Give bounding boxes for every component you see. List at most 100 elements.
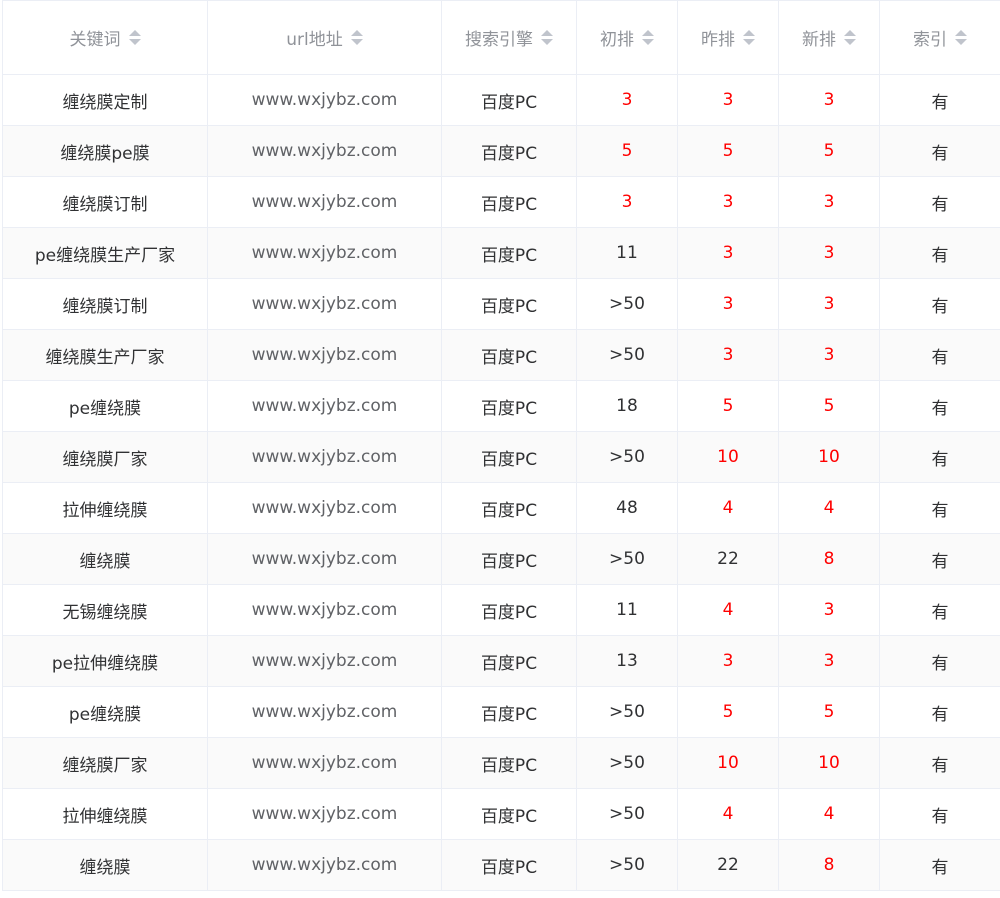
url-cell: www.wxjybz.com bbox=[207, 839, 442, 891]
sort-descending-icon[interactable] bbox=[128, 39, 141, 45]
initial-rank-cell: 11 bbox=[576, 584, 678, 636]
table-row[interactable]: 拉伸缠绕膜 www.wxjybz.com 百度PC >50 4 4 有 bbox=[2, 788, 1000, 840]
index-cell: 有 bbox=[879, 74, 1000, 126]
sort-ascending-icon[interactable] bbox=[743, 30, 755, 36]
table-row[interactable]: 缠绕膜pe膜 www.wxjybz.com 百度PC 5 5 5 有 bbox=[2, 125, 1000, 177]
column-header-content: 搜索引擎 bbox=[465, 25, 553, 50]
keyword-cell: 缠绕膜pe膜 bbox=[2, 125, 208, 177]
engine-cell: 百度PC bbox=[441, 737, 577, 789]
keyword-cell: 缠绕膜 bbox=[2, 533, 208, 585]
current-rank-cell: 3 bbox=[778, 176, 880, 228]
keyword-cell: 拉伸缠绕膜 bbox=[2, 788, 208, 840]
sort-ascending-icon[interactable] bbox=[128, 30, 141, 36]
sort-caret-icon[interactable] bbox=[955, 30, 967, 45]
engine-cell: 百度PC bbox=[441, 227, 577, 279]
table-row[interactable]: 缠绕膜定制 www.wxjybz.com 百度PC 3 3 3 有 bbox=[2, 74, 1000, 126]
table-row[interactable]: 缠绕膜厂家 www.wxjybz.com 百度PC >50 10 10 有 bbox=[2, 737, 1000, 789]
keyword-cell: 缠绕膜生产厂家 bbox=[2, 329, 208, 381]
index-cell: 有 bbox=[879, 839, 1000, 891]
sort-caret-icon[interactable] bbox=[541, 30, 553, 45]
url-cell: www.wxjybz.com bbox=[207, 125, 442, 177]
sort-ascending-icon[interactable] bbox=[955, 30, 967, 36]
index-cell: 有 bbox=[879, 533, 1000, 585]
current-rank-cell: 4 bbox=[778, 788, 880, 840]
initial-rank-cell: >50 bbox=[576, 533, 678, 585]
column-header-keyword[interactable]: 关键词 bbox=[2, 0, 208, 75]
column-header-content: 昨排 bbox=[701, 25, 755, 50]
keyword-cell: 缠绕膜订制 bbox=[2, 176, 208, 228]
yesterday-rank-cell: 3 bbox=[677, 635, 779, 687]
url-cell: www.wxjybz.com bbox=[207, 584, 442, 636]
table-row[interactable]: 缠绕膜生产厂家 www.wxjybz.com 百度PC >50 3 3 有 bbox=[2, 329, 1000, 381]
table-row[interactable]: 缠绕膜 www.wxjybz.com 百度PC >50 22 8 有 bbox=[2, 839, 1000, 891]
current-rank-cell: 3 bbox=[778, 329, 880, 381]
table-row[interactable]: 无锡缠绕膜 www.wxjybz.com 百度PC 11 4 3 有 bbox=[2, 584, 1000, 636]
sort-descending-icon[interactable] bbox=[743, 39, 755, 45]
table-row[interactable]: pe缠绕膜生产厂家 www.wxjybz.com 百度PC 11 3 3 有 bbox=[2, 227, 1000, 279]
current-rank-cell: 5 bbox=[778, 380, 880, 432]
column-header-engine[interactable]: 搜索引擎 bbox=[441, 0, 577, 75]
current-rank-cell: 10 bbox=[778, 431, 880, 483]
yesterday-rank-cell: 22 bbox=[677, 839, 779, 891]
sort-caret-icon[interactable] bbox=[743, 30, 755, 45]
yesterday-rank-cell: 4 bbox=[677, 584, 779, 636]
table-body: 缠绕膜定制 www.wxjybz.com 百度PC 3 3 3 有缠绕膜pe膜 www.wxj… bbox=[2, 74, 1000, 891]
sort-descending-icon[interactable] bbox=[642, 39, 654, 45]
column-header-label: 索引 bbox=[913, 30, 947, 50]
table-row[interactable]: pe缠绕膜 www.wxjybz.com 百度PC >50 5 5 有 bbox=[2, 686, 1000, 738]
index-cell: 有 bbox=[879, 278, 1000, 330]
table-row[interactable]: 缠绕膜订制 www.wxjybz.com 百度PC >50 3 3 有 bbox=[2, 278, 1000, 330]
keyword-cell: pe缠绕膜 bbox=[2, 686, 208, 738]
keyword-cell: pe拉伸缠绕膜 bbox=[2, 635, 208, 687]
yesterday-rank-cell: 10 bbox=[677, 431, 779, 483]
table-row[interactable]: 缠绕膜厂家 www.wxjybz.com 百度PC >50 10 10 有 bbox=[2, 431, 1000, 483]
current-rank-cell: 3 bbox=[778, 584, 880, 636]
column-header-content: 索引 bbox=[913, 25, 967, 50]
sort-ascending-icon[interactable] bbox=[844, 30, 856, 36]
current-rank-cell: 5 bbox=[778, 125, 880, 177]
engine-cell: 百度PC bbox=[441, 635, 577, 687]
table-row[interactable]: 缠绕膜订制 www.wxjybz.com 百度PC 3 3 3 有 bbox=[2, 176, 1000, 228]
engine-cell: 百度PC bbox=[441, 686, 577, 738]
column-header-initial-rank[interactable]: 初排 bbox=[576, 0, 678, 75]
table-row[interactable]: pe缠绕膜 www.wxjybz.com 百度PC 18 5 5 有 bbox=[2, 380, 1000, 432]
url-cell: www.wxjybz.com bbox=[207, 431, 442, 483]
engine-cell: 百度PC bbox=[441, 839, 577, 891]
table-row[interactable]: pe拉伸缠绕膜 www.wxjybz.com 百度PC 13 3 3 有 bbox=[2, 635, 1000, 687]
sort-caret-icon[interactable] bbox=[128, 30, 141, 45]
sort-caret-icon[interactable] bbox=[350, 30, 363, 45]
initial-rank-cell: >50 bbox=[576, 278, 678, 330]
sort-ascending-icon[interactable] bbox=[350, 30, 363, 36]
table-row[interactable]: 缠绕膜 www.wxjybz.com 百度PC >50 22 8 有 bbox=[2, 533, 1000, 585]
keyword-cell: 缠绕膜订制 bbox=[2, 278, 208, 330]
sort-descending-icon[interactable] bbox=[541, 39, 553, 45]
column-header-yesterday-rank[interactable]: 昨排 bbox=[677, 0, 779, 75]
keyword-cell: pe缠绕膜 bbox=[2, 380, 208, 432]
yesterday-rank-cell: 5 bbox=[677, 380, 779, 432]
engine-cell: 百度PC bbox=[441, 380, 577, 432]
yesterday-rank-cell: 22 bbox=[677, 533, 779, 585]
yesterday-rank-cell: 3 bbox=[677, 227, 779, 279]
table-row[interactable]: 拉伸缠绕膜 www.wxjybz.com 百度PC 48 4 4 有 bbox=[2, 482, 1000, 534]
column-header-current-rank[interactable]: 新排 bbox=[778, 0, 880, 75]
sort-caret-icon[interactable] bbox=[642, 30, 654, 45]
current-rank-cell: 10 bbox=[778, 737, 880, 789]
column-header-url[interactable]: url地址 bbox=[207, 0, 442, 75]
sort-ascending-icon[interactable] bbox=[642, 30, 654, 36]
current-rank-cell: 3 bbox=[778, 227, 880, 279]
sort-ascending-icon[interactable] bbox=[541, 30, 553, 36]
engine-cell: 百度PC bbox=[441, 329, 577, 381]
keyword-cell: 拉伸缠绕膜 bbox=[2, 482, 208, 534]
column-header-content: 新排 bbox=[802, 25, 856, 50]
initial-rank-cell: 18 bbox=[576, 380, 678, 432]
column-header-index[interactable]: 索引 bbox=[879, 0, 1000, 75]
keyword-cell: pe缠绕膜生产厂家 bbox=[2, 227, 208, 279]
sort-descending-icon[interactable] bbox=[350, 39, 363, 45]
index-cell: 有 bbox=[879, 125, 1000, 177]
sort-descending-icon[interactable] bbox=[955, 39, 967, 45]
current-rank-cell: 8 bbox=[778, 839, 880, 891]
sort-caret-icon[interactable] bbox=[844, 30, 856, 45]
keyword-cell: 缠绕膜定制 bbox=[2, 74, 208, 126]
initial-rank-cell: 3 bbox=[576, 176, 678, 228]
sort-descending-icon[interactable] bbox=[844, 39, 856, 45]
